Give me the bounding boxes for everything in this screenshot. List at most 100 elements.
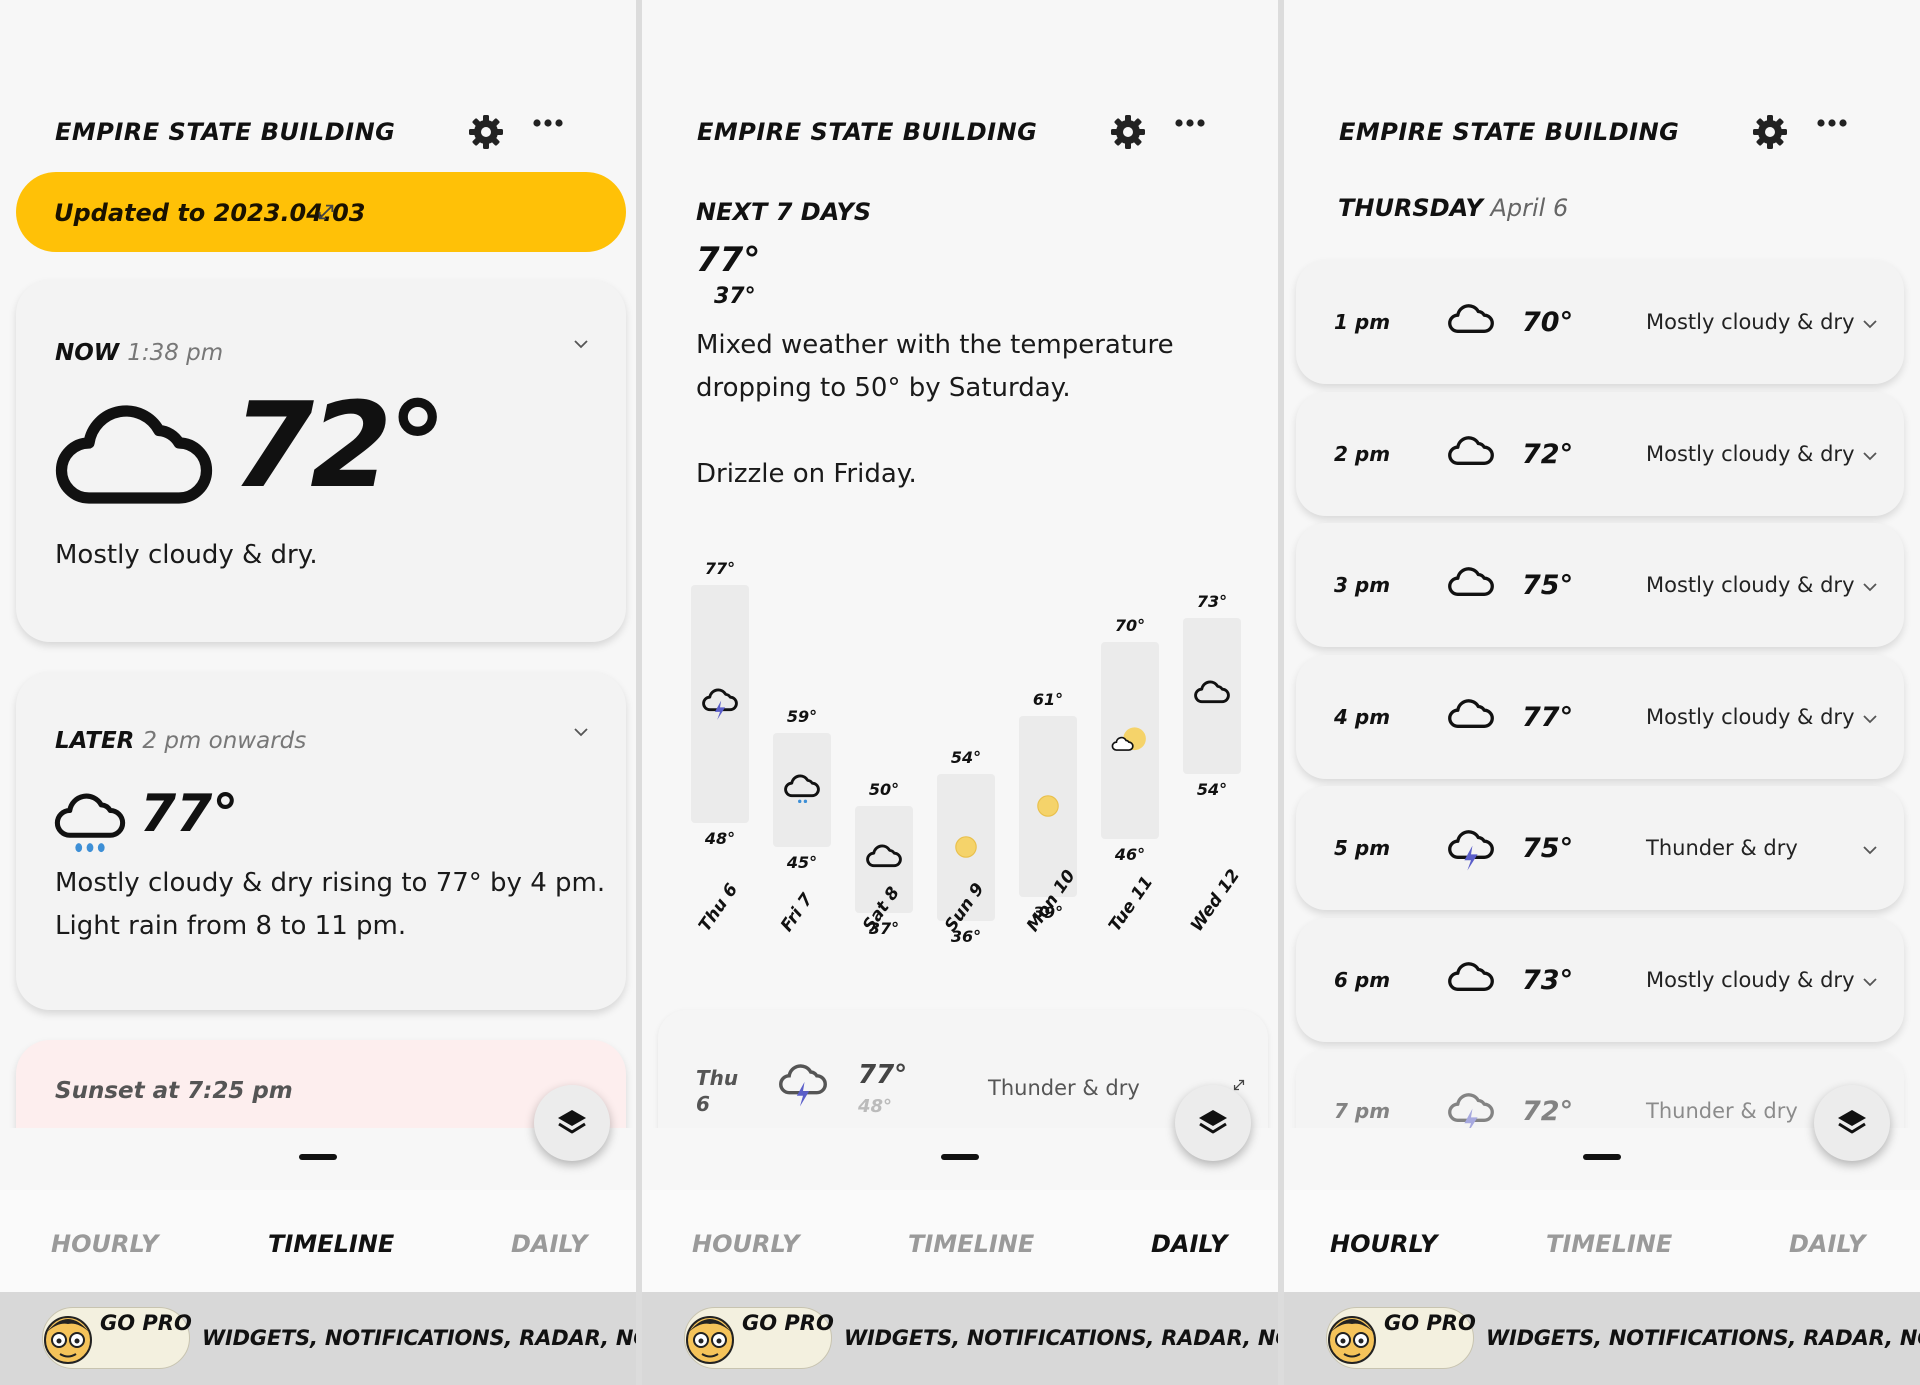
tab-timeline[interactable]: TIMELINE — [268, 1230, 394, 1258]
chevron-down-icon[interactable] — [1861, 844, 1879, 856]
now-temp: 72° — [232, 376, 447, 514]
layers-icon — [1836, 1107, 1868, 1139]
later-time: 2 pm onwards — [142, 728, 307, 754]
hourly-row[interactable]: 2 pm 72° Mostly cloudy & dry — [1296, 391, 1904, 516]
drag-handle[interactable] — [299, 1154, 337, 1160]
daily-range-chart: 77° 48° Thu 6 59° 45° Fri 7 50° 37° Sat 8 54° 36° S… — [642, 0, 1278, 960]
hourly-description: Mostly cloudy & dry — [1646, 441, 1855, 466]
hourly-description: Thunder & dry — [1646, 836, 1798, 860]
tab-timeline[interactable]: TIMELINE — [1546, 1230, 1672, 1258]
day-low-label: 36° — [950, 927, 982, 947]
location-title: EMPIRE STATE BUILDING — [55, 118, 396, 146]
hourly-description: Mostly cloudy & dry — [1646, 704, 1855, 729]
chevron-down-icon[interactable] — [572, 726, 590, 738]
hourly-day-heading: THURSDAY April 6 — [1338, 194, 1568, 222]
layers-icon — [556, 1107, 588, 1139]
layers-button[interactable] — [1814, 1085, 1890, 1161]
hourly-description: Mostly cloudy & dry — [1646, 967, 1855, 992]
hourly-row[interactable]: 1 pm 70° Mostly cloudy & dry — [1296, 260, 1904, 384]
mascot-icon — [44, 1316, 92, 1364]
cloud-icon — [54, 398, 214, 508]
expand-icon[interactable] — [1232, 1078, 1246, 1092]
later-label-text: LATER — [55, 728, 135, 754]
chevron-down-icon[interactable] — [1861, 450, 1879, 462]
now-card[interactable]: NOW 1:38 pm 72° Mostly cloudy & dry. — [16, 280, 626, 642]
update-banner[interactable]: Updated to 2023.04.03 — [16, 172, 626, 252]
hourly-row[interactable]: 6 pm 73° Mostly cloudy & dry — [1296, 917, 1904, 1042]
chevron-down-icon[interactable] — [572, 338, 590, 350]
day-label: Thu 6 — [695, 880, 743, 936]
later-label: LATER 2 pm onwards — [55, 728, 306, 754]
hourly-time: 1 pm — [1334, 310, 1391, 334]
later-description-2: Light rain from 8 to 11 pm. — [55, 911, 407, 941]
preview-low: 48° — [858, 1096, 893, 1117]
gear-icon[interactable] — [1750, 112, 1790, 152]
day-low-label: 54° — [1196, 779, 1228, 799]
promo-bar[interactable]: GO PRO WIDGETS, NOTIFICATIONS, RADAR, NO… — [642, 1292, 1278, 1385]
chevron-down-icon[interactable] — [1861, 581, 1879, 593]
day-label: Fri 7 — [777, 889, 818, 936]
daily-screen: EMPIRE STATE BUILDING NEXT 7 DAYS 77° 37… — [642, 0, 1278, 1385]
hourly-row[interactable]: 4 pm 77° Mostly cloudy & dry — [1296, 654, 1904, 779]
hourly-row[interactable]: 3 pm 75° Mostly cloudy & dry — [1296, 523, 1904, 647]
more-icon[interactable] — [530, 110, 566, 140]
tab-daily[interactable]: DAILY — [511, 1230, 587, 1258]
layers-button[interactable] — [1175, 1085, 1251, 1161]
partly-sunny-icon — [1111, 727, 1146, 751]
later-card[interactable]: LATER 2 pm onwards 77° Mostly cloudy & d… — [16, 672, 626, 1010]
day-low-label: 45° — [786, 853, 818, 873]
day-high-label: 70° — [1114, 616, 1146, 636]
tab-hourly[interactable]: HOURLY — [51, 1230, 158, 1258]
hourly-temp: 73° — [1522, 964, 1574, 996]
mascot-icon — [1328, 1316, 1376, 1364]
tab-daily[interactable]: DAILY — [1151, 1230, 1227, 1258]
hourly-temp: 75° — [1522, 570, 1574, 601]
expand-icon — [316, 202, 336, 222]
hourly-time: 5 pm — [1334, 836, 1391, 860]
hourly-description: Thunder & dry — [1646, 1099, 1798, 1123]
gear-icon[interactable] — [466, 112, 506, 152]
layers-button[interactable] — [534, 1085, 610, 1161]
chevron-down-icon[interactable] — [1861, 318, 1879, 330]
drag-handle[interactable] — [1583, 1154, 1621, 1160]
day-high-label: 59° — [786, 706, 818, 726]
promo-bar[interactable]: GO PRO WIDGETS, NOTIFICATIONS, RADAR, NO… — [0, 1292, 636, 1385]
location-title: EMPIRE STATE BUILDING — [1339, 118, 1680, 146]
hourly-time: 2 pm — [1334, 441, 1391, 466]
tab-hourly[interactable]: HOURLY — [692, 1230, 799, 1258]
preview-high: 77° — [858, 1060, 908, 1090]
day-high-label: 54° — [950, 747, 982, 767]
drag-handle[interactable] — [941, 1154, 979, 1160]
go-pro-label: GO PRO — [100, 1311, 192, 1335]
hourly-row[interactable]: 5 pm 75° Thunder & dry — [1296, 786, 1904, 910]
go-pro-label: GO PRO — [742, 1311, 834, 1335]
hourly-temp: 77° — [1522, 701, 1574, 733]
preview-description: Thunder & dry — [988, 1076, 1140, 1100]
chevron-down-icon[interactable] — [1861, 976, 1879, 988]
header: EMPIRE STATE BUILDING — [1339, 112, 1890, 152]
promo-text: WIDGETS, NOTIFICATIONS, RADAR, NO ADS — [1486, 1326, 1920, 1350]
day-label: Tue 11 — [1105, 872, 1158, 936]
chevron-down-icon[interactable] — [1861, 713, 1879, 725]
more-icon[interactable] — [1814, 110, 1850, 140]
cloud-drizzle-icon — [784, 774, 820, 804]
tab-timeline[interactable]: TIMELINE — [908, 1230, 1034, 1258]
hourly-time: 4 pm — [1334, 704, 1391, 729]
preview-date: 6 — [696, 1092, 710, 1116]
later-temp: 77° — [140, 784, 239, 844]
cloud-thunder-icon — [702, 688, 738, 720]
hourly-time: 6 pm — [1334, 967, 1391, 992]
tab-hourly[interactable]: HOURLY — [1330, 1230, 1437, 1258]
promo-bar[interactable]: GO PRO WIDGETS, NOTIFICATIONS, RADAR, NO… — [1284, 1292, 1920, 1385]
sun-icon — [955, 836, 977, 859]
hourly-temp: 75° — [1522, 833, 1574, 864]
tab-daily[interactable]: DAILY — [1789, 1230, 1865, 1258]
cloud-icon — [1448, 698, 1494, 728]
day-high-label: 50° — [868, 780, 900, 800]
day-label: Wed 12 — [1187, 865, 1245, 936]
hourly-day: THURSDAY — [1338, 194, 1483, 222]
cloud-icon — [1448, 567, 1494, 596]
day-low-label: 46° — [1114, 845, 1146, 865]
day-high-label: 77° — [704, 559, 736, 578]
cloud-rain-icon — [54, 793, 126, 853]
